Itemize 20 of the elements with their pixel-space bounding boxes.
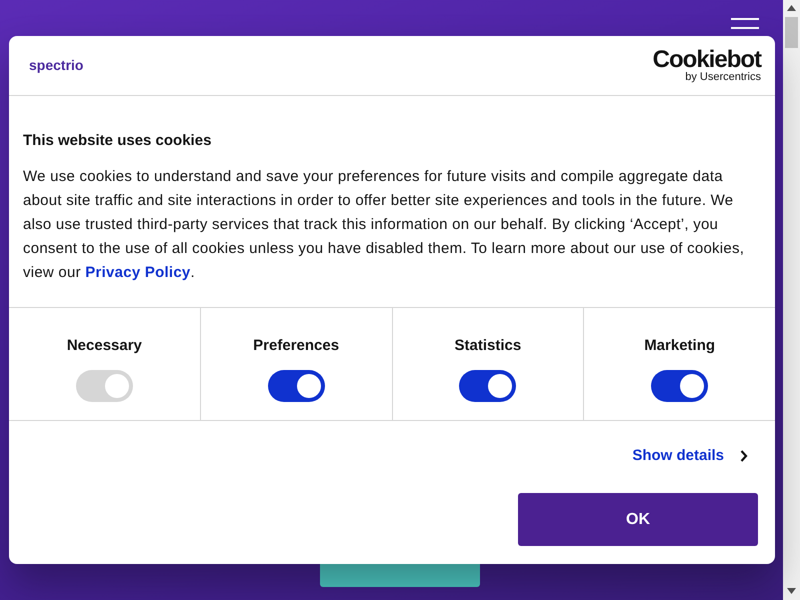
- provider-subtitle: by Usercentrics: [685, 72, 761, 83]
- toggle-switch[interactable]: [459, 370, 516, 402]
- consent-text: We use cookies to understand and save your preferences for future visits and compile aggregate data about site traffic and site interactions in order to offer better site experiences and tools in the future. We also use trusted third-party services that track this information on our behalf. By clicking ‘Accept’, you consent to the use of all cookies unless you have disabled them. To learn more about our use of cookies, view our Privacy Policy.: [23, 166, 746, 282]
- ok-button[interactable]: OK: [518, 493, 758, 546]
- scroll-thumb[interactable]: [785, 17, 798, 48]
- scrollbar[interactable]: [783, 0, 800, 600]
- chevron-right-icon[interactable]: [740, 450, 748, 462]
- provider-logo: Cookiebot: [652, 48, 761, 72]
- brand-logo: spectrio: [29, 56, 84, 75]
- privacy-policy-link[interactable]: Privacy Policy: [85, 264, 191, 280]
- toggle-switch[interactable]: [651, 370, 708, 402]
- category-label: Preferences: [253, 336, 340, 356]
- scroll-up-icon[interactable]: [787, 5, 796, 11]
- dialog-title: This website uses cookies: [23, 131, 212, 151]
- scroll-down-icon[interactable]: [787, 588, 796, 594]
- show-details-link[interactable]: Show details: [632, 444, 724, 467]
- category-label: Necessary: [66, 336, 142, 356]
- category-label: Statistics: [454, 336, 522, 356]
- category-label: Marketing: [644, 336, 716, 356]
- toggle-switch[interactable]: [268, 370, 325, 402]
